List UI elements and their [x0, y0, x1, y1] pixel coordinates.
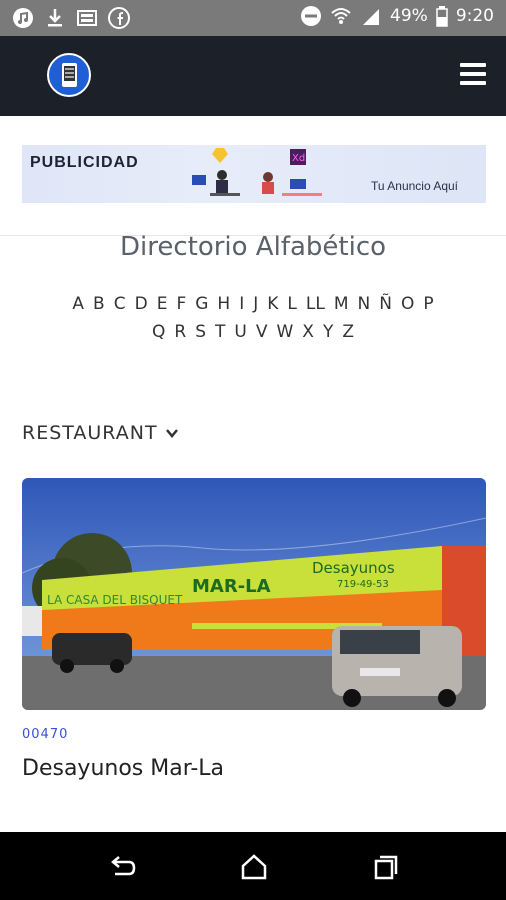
alphabet-letter-d[interactable]: D: [135, 294, 148, 314]
back-icon[interactable]: [107, 852, 137, 882]
chevron-down-icon: [165, 429, 178, 438]
ad-illustration: Xd: [192, 148, 322, 196]
sign-right-text: Desayunos: [312, 559, 395, 577]
alphabet-letter-l[interactable]: L: [287, 294, 296, 314]
alphabet-row-1: A B C D E F G H I J K L LL M N Ñ O P: [0, 294, 506, 314]
phone-logo-icon: [62, 63, 77, 87]
alphabet-letter-g[interactable]: G: [195, 294, 208, 314]
battery-percent: 49%: [390, 6, 428, 26]
alphabet-letter-m[interactable]: M: [334, 294, 349, 314]
restaurant-photo: LA CASA DEL BISQUET MAR-LA Desayunos 719…: [22, 478, 486, 710]
listing-code: 00470: [22, 727, 69, 742]
signal-icon: [363, 9, 380, 25]
alphabet-letter-r[interactable]: R: [174, 322, 186, 342]
recent-apps-icon[interactable]: [371, 852, 401, 882]
alphabet-letter-c[interactable]: C: [114, 294, 126, 314]
status-bar: 49% 9:20: [0, 0, 506, 36]
alphabet-letter-p[interactable]: P: [423, 294, 433, 314]
alphabet-letter-a[interactable]: A: [72, 294, 84, 314]
listing-title[interactable]: Desayunos Mar-La: [22, 756, 224, 781]
alphabet-row-2: QRSTUVWXYZ: [0, 322, 506, 342]
alphabet-letter-z[interactable]: Z: [342, 322, 354, 342]
page-title: Directorio Alfabético: [119, 232, 387, 262]
alphabet-letter-q[interactable]: Q: [152, 322, 165, 342]
ad-title: PUBLICIDAD: [30, 154, 139, 171]
alphabet-letter-v[interactable]: V: [256, 322, 268, 342]
facebook-icon: [108, 7, 130, 29]
battery-icon: [436, 6, 448, 27]
alphabet-letter-h[interactable]: H: [217, 294, 230, 314]
ad-banner[interactable]: PUBLICIDAD Xd Tu Anuncio Aquí: [22, 145, 486, 203]
alphabet-letter-o[interactable]: O: [401, 294, 414, 314]
alphabet-letter-w[interactable]: W: [276, 322, 293, 342]
alphabet-letter-s[interactable]: S: [195, 322, 206, 342]
alphabet-letter-y[interactable]: Y: [323, 322, 333, 342]
system-nav-bar: [0, 832, 506, 900]
alphabet-letter-u[interactable]: U: [234, 322, 246, 342]
clock: 9:20: [455, 6, 494, 26]
sign-phone-text: 719-49-53: [337, 579, 389, 590]
do-not-disturb-icon: [301, 6, 322, 26]
alphabet-letter-e[interactable]: E: [157, 294, 168, 314]
image-notification-icon: [77, 10, 97, 26]
wifi-icon: [331, 8, 351, 24]
ad-subtitle: Tu Anuncio Aquí: [371, 179, 458, 193]
alphabet-letter-i[interactable]: I: [239, 294, 244, 314]
hamburger-menu-icon[interactable]: [460, 63, 486, 85]
sign-left-text: LA CASA DEL BISQUET: [47, 593, 183, 607]
alphabet-letter-t[interactable]: T: [215, 322, 225, 342]
home-icon[interactable]: [239, 852, 269, 882]
music-app-icon: [13, 8, 33, 28]
alphabet-letter-j[interactable]: J: [253, 294, 258, 314]
sign-brand-text: MAR-LA: [192, 576, 271, 597]
alphabet-letter-b[interactable]: B: [93, 294, 105, 314]
alphabet-letter-k[interactable]: K: [267, 294, 278, 314]
alphabet-letter-n[interactable]: N: [358, 294, 371, 314]
alphabet-letter-x[interactable]: X: [302, 322, 314, 342]
app-header: [0, 36, 506, 116]
app-logo[interactable]: [47, 53, 91, 97]
category-label: RESTAURANT: [22, 422, 158, 444]
listing-image[interactable]: LA CASA DEL BISQUET MAR-LA Desayunos 719…: [22, 478, 486, 710]
alphabet-letter-f[interactable]: F: [176, 294, 186, 314]
alphabet-letter-ll[interactable]: LL: [306, 294, 325, 314]
category-dropdown[interactable]: RESTAURANT: [22, 422, 180, 444]
alphabet-letter-ñ[interactable]: Ñ: [379, 294, 392, 314]
download-icon: [48, 9, 62, 27]
ad-badge: Xd: [292, 153, 305, 164]
